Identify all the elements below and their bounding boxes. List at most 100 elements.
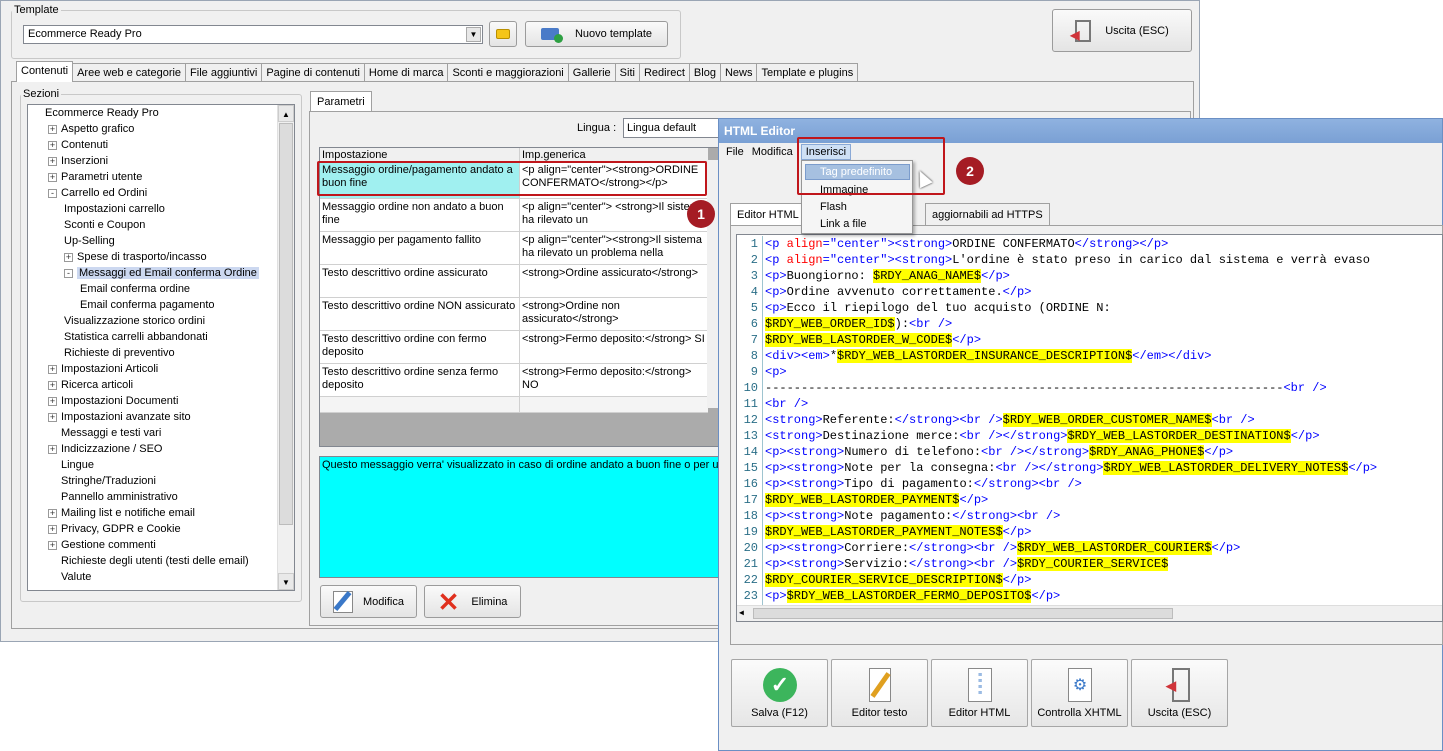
code-line[interactable]: 9 <p> [737, 364, 1442, 380]
menu-file[interactable]: File [726, 146, 744, 161]
code-line[interactable]: 16 <p><strong>Tipo di pagamento:</strong>… [737, 476, 1442, 492]
tree-item[interactable]: + Impostazioni Articoli [48, 361, 158, 377]
exit-button[interactable]: ◀ Uscita (ESC) [1052, 9, 1192, 52]
save-button[interactable]: ✓ Salva (F12) [731, 659, 828, 727]
tree-item[interactable]: + Spese di trasporto/incasso [64, 249, 207, 265]
folder-button[interactable] [489, 21, 517, 47]
tree-item[interactable]: Up-Selling [64, 233, 115, 249]
code-editor[interactable]: 2 4 <p> -----------------------------------… [736, 234, 1443, 622]
main-tab-7[interactable]: Siti [614, 63, 640, 82]
tree-item[interactable]: + Privacy, GDPR e Cookie [48, 521, 181, 537]
scroll-thumb[interactable] [279, 123, 293, 525]
grid-scrollbar[interactable] [707, 160, 718, 408]
tree-item[interactable]: - Carrello ed Ordini [48, 185, 147, 201]
tree-item[interactable]: Visualizzazione storico ordini [64, 313, 205, 329]
editor-tab-html[interactable]: Editor HTML [730, 203, 806, 226]
tree-root[interactable]: Ecommerce Ready Pro [32, 105, 159, 121]
code-line[interactable]: 11 <br /> [737, 396, 1442, 412]
expand-icon[interactable]: + [48, 380, 57, 390]
tree-item[interactable]: Statistica carrelli abbandonati [64, 329, 208, 345]
scroll-left-arrow[interactable]: ◀ [739, 608, 744, 618]
main-tab-9[interactable]: Blog [688, 63, 721, 82]
grid-row[interactable]: Testo descrittivo ordine assicurato <stro… [320, 265, 708, 298]
tree-item[interactable]: Stringhe/Traduzioni [48, 473, 156, 489]
expand-icon[interactable]: + [48, 412, 57, 422]
main-tab-8[interactable]: Redirect [638, 63, 690, 82]
tree-item[interactable]: Impostazioni carrello [64, 201, 165, 217]
editor-exit-button[interactable]: ◀ Uscita (ESC) [1131, 659, 1228, 727]
expand-icon[interactable]: + [48, 172, 57, 182]
expand-icon[interactable]: + [64, 252, 73, 262]
tree-item[interactable]: Valute [48, 569, 91, 585]
collapse-icon[interactable]: - [48, 188, 57, 198]
code-line[interactable]: 15 <p><strong>Note per la consegna:<br />… [737, 460, 1442, 476]
main-tab-6[interactable]: Gallerie [567, 63, 616, 82]
chevron-down-icon[interactable]: ▼ [466, 27, 481, 42]
hscroll-thumb[interactable] [753, 608, 1173, 619]
tree-item[interactable]: Richieste di preventivo [64, 345, 175, 361]
tree-item[interactable]: Messaggi e testi vari [48, 425, 161, 441]
expand-icon[interactable]: + [48, 540, 57, 550]
template-select[interactable]: Ecommerce Ready Pro ▼ [23, 25, 483, 44]
expand-icon[interactable]: + [48, 524, 57, 534]
sections-tree[interactable]: Ecommerce Ready Pro + Aspetto grafico + Con… [27, 104, 295, 591]
main-tab-4[interactable]: Home di marca [363, 63, 449, 82]
code-line[interactable]: 2 <p align="center"><strong>L'ordine è st… [737, 252, 1442, 268]
tree-item[interactable]: Email conferma ordine [80, 281, 190, 297]
code-line[interactable]: 14 <p><strong>Numero di telefono:<br /></… [737, 444, 1442, 460]
new-template-button[interactable]: Nuovo template [525, 21, 668, 47]
grid-row[interactable]: Messaggio per pagamento fallito <p align=… [320, 232, 708, 265]
code-line[interactable]: 22 $RDY_COURIER_SERVICE_DESCRIPTION$</p> [737, 572, 1442, 588]
code-line[interactable]: 6 $RDY_WEB_ORDER_ID$):<br /> [737, 316, 1442, 332]
tree-item[interactable]: Richieste degli utenti (testi delle emai… [48, 553, 249, 569]
tree-item[interactable]: + Aspetto grafico [48, 121, 134, 137]
grid-row[interactable]: Testo descrittivo ordine senza fermo dep… [320, 364, 708, 397]
grid-row[interactable]: Testo descrittivo ordine con fermo depos… [320, 331, 708, 364]
editor-tab-https[interactable]: aggiornabili ad HTTPS [925, 203, 1050, 225]
expand-icon[interactable]: + [48, 444, 57, 454]
main-tab-10[interactable]: News [719, 63, 758, 82]
tree-item[interactable]: Lingue [48, 457, 94, 473]
tree-item[interactable]: + Parametri utente [48, 169, 142, 185]
main-tab-11[interactable]: Template e plugins [756, 63, 859, 82]
code-line[interactable]: 13 <strong>Destinazione merce:<br /></str… [737, 428, 1442, 444]
grid-row[interactable]: Messaggio ordine non andato a buon fine <… [320, 199, 708, 232]
grid-row[interactable]: Testo descrittivo ordine NON assicurato <… [320, 298, 708, 331]
html-editor-button[interactable]: ≡ ≡ ≡ ≡ Editor HTML [931, 659, 1028, 727]
expand-icon[interactable]: + [48, 140, 57, 150]
description-box[interactable]: Questo messaggio verra' visualizzato in … [319, 456, 719, 578]
tree-item[interactable]: + Impostazioni avanzate sito [48, 409, 191, 425]
tree-item[interactable]: + Ricerca articoli [48, 377, 133, 393]
main-tab-2[interactable]: File aggiuntivi [185, 63, 263, 82]
code-hscrollbar[interactable]: ◀ [737, 605, 1442, 621]
menu-modifica[interactable]: Modifica [752, 146, 793, 161]
tree-item[interactable]: Sconti e Coupon [64, 217, 145, 233]
main-tab-3[interactable]: Pagine di contenuti [261, 63, 365, 82]
modify-button[interactable]: Modifica [320, 585, 417, 618]
tree-item[interactable]: + Indicizzazione / SEO [48, 441, 163, 457]
code-line[interactable]: 17 $RDY_WEB_LASTORDER_PAYMENT$</p> [737, 492, 1442, 508]
code-line[interactable]: 23 <p>$RDY_WEB_LASTORDER_FERMO_DEPOSITO$<… [737, 588, 1442, 604]
check-xhtml-button[interactable]: ⚙ Controlla XHTML [1031, 659, 1128, 727]
code-line[interactable]: 18 <p><strong>Note pagamento:</strong><br… [737, 508, 1442, 524]
expand-icon[interactable]: + [48, 124, 57, 134]
expand-icon[interactable]: + [48, 156, 57, 166]
code-line[interactable]: 3 <p>Buongiorno: $RDY_ANAG_NAME$</p> [737, 268, 1442, 284]
main-tab-5[interactable]: Sconti e maggiorazioni [447, 63, 569, 82]
code-line[interactable]: 12 <strong>Referente:</strong><br />$RDY_… [737, 412, 1442, 428]
expand-icon[interactable]: + [48, 396, 57, 406]
delete-button[interactable]: ✕ Elimina [424, 585, 521, 618]
tree-item[interactable]: - Messaggi ed Email conferma Ordine [64, 265, 259, 281]
main-tab-0[interactable]: Contenuti [16, 61, 74, 82]
tree-item[interactable]: + Mailing list e notifiche email [48, 505, 195, 521]
text-editor-button[interactable]: Editor testo [831, 659, 928, 727]
code-line[interactable]: 20 <p><strong>Corriere:</strong><br />$RD… [737, 540, 1442, 556]
collapse-icon[interactable]: - [64, 268, 73, 278]
scroll-down-arrow[interactable]: ▼ [278, 573, 294, 590]
params-tab[interactable]: Parametri [310, 91, 372, 112]
code-line[interactable]: 5 <p>Ecco il riepilogo del tuo acquisto (… [737, 300, 1442, 316]
menu-item-flash[interactable]: Flash [820, 201, 847, 213]
code-line[interactable]: 1 <p align="center"><strong>ORDINE CONFER… [737, 236, 1442, 252]
tree-item[interactable]: Pannello amministrativo [48, 489, 178, 505]
expand-icon[interactable]: + [48, 508, 57, 518]
